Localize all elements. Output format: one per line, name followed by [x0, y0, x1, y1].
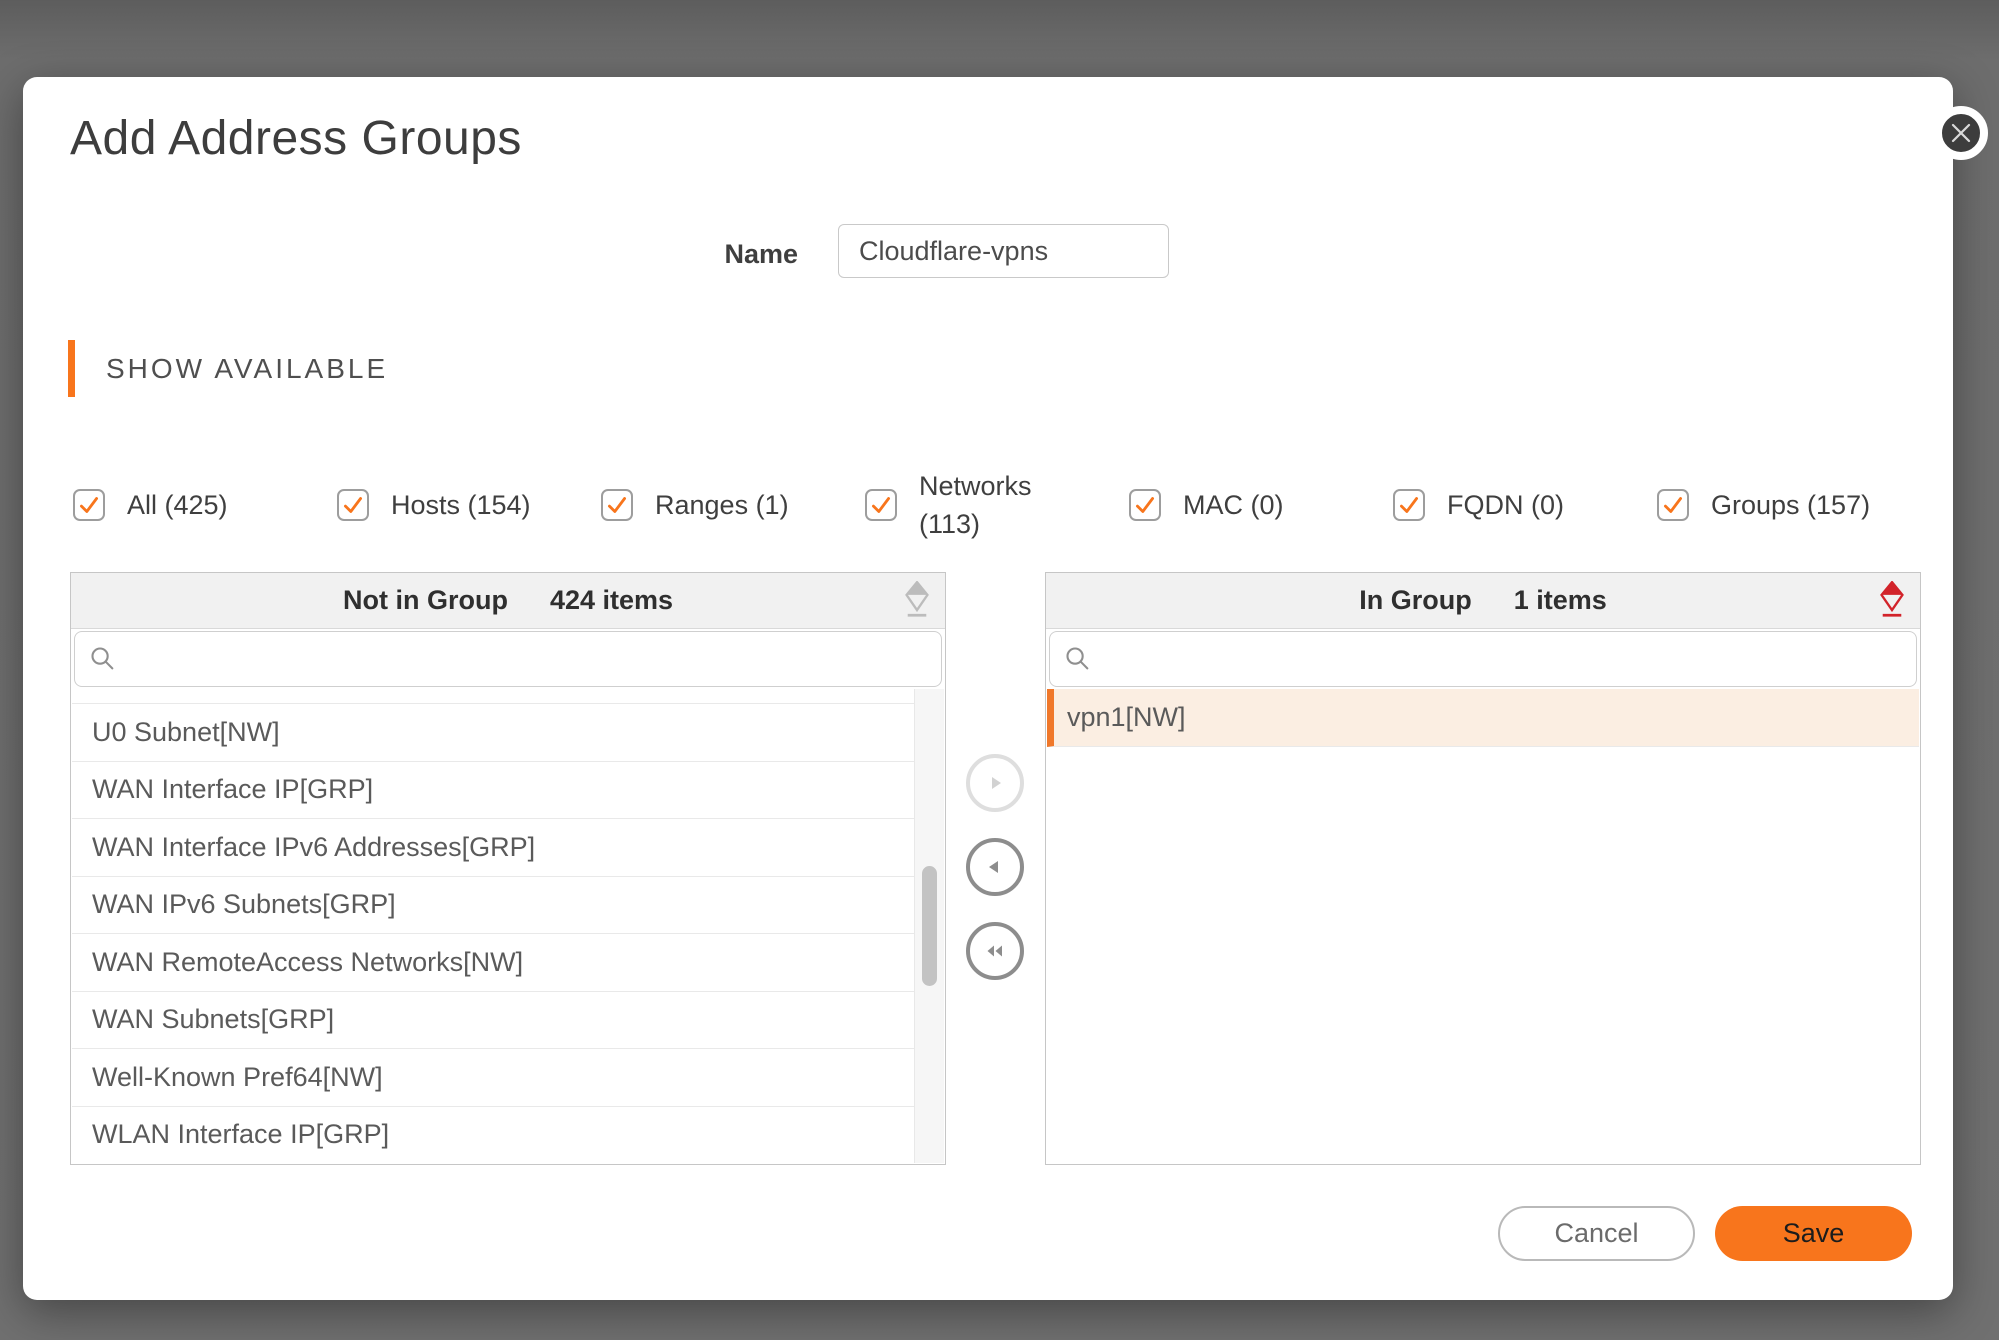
checkmark-icon: [80, 497, 98, 513]
filter-label: Hosts (154): [391, 490, 531, 520]
not-in-group-search-input[interactable]: [127, 635, 941, 683]
clear-left-list-button[interactable]: [903, 581, 931, 617]
add-address-groups-dialog: Add Address Groups Name SHOW AVAILABLE A…: [23, 77, 1988, 1300]
section-accent-bar: [68, 340, 75, 397]
dialog-title: Add Address Groups: [70, 112, 522, 165]
save-button[interactable]: Save: [1715, 1206, 1912, 1261]
list-item-label: vpn1[NW]: [1067, 701, 1186, 732]
list-item[interactable]: WAN IPv6 Subnets[GRP]: [72, 876, 914, 934]
in-group-panel: In Group 1 items vpn1[NW]: [1045, 572, 1921, 1165]
filter-checkbox-item[interactable]: Groups (157): [1657, 486, 1921, 524]
in-group-search: [1049, 631, 1917, 687]
checkbox-checked[interactable]: [865, 489, 897, 521]
checkbox-checked[interactable]: [601, 489, 633, 521]
name-input[interactable]: [838, 224, 1169, 278]
checkmark-icon: [1400, 497, 1418, 513]
checkmark-icon: [1664, 497, 1682, 513]
in-group-search-input[interactable]: [1102, 635, 1916, 683]
section-heading: SHOW AVAILABLE: [106, 352, 389, 384]
list-item[interactable]: U0 Subnet[NW]: [72, 704, 914, 762]
not-in-group-search: [74, 631, 942, 687]
filter-checkbox-item[interactable]: Ranges (1): [601, 486, 865, 524]
checkbox-checked[interactable]: [1129, 489, 1161, 521]
move-right-button[interactable]: [966, 754, 1024, 812]
clipped-list-item: [72, 689, 914, 704]
list-item-label: U0 Subnet[NW]: [92, 716, 280, 747]
checkmark-icon: [1136, 497, 1154, 513]
filter-checkbox-item[interactable]: All (425): [73, 486, 337, 524]
close-button[interactable]: [1934, 106, 1988, 160]
checkmark-icon: [872, 497, 890, 513]
list-item-label: WAN Subnets[GRP]: [92, 1004, 335, 1035]
left-list-scrollbar-track[interactable]: [914, 689, 944, 1163]
list-item[interactable]: vpn1[NW]: [1047, 689, 1919, 747]
checkmark-icon: [344, 497, 362, 513]
in-group-count: 1 items: [1513, 585, 1607, 615]
list-item[interactable]: WAN Interface IPv6 Addresses[GRP]: [72, 819, 914, 877]
not-in-group-panel: Not in Group 424 items U0 Subnet[NW] WAN: [70, 572, 946, 1165]
arrow-left-icon: [989, 861, 998, 873]
checkbox-checked[interactable]: [1657, 489, 1689, 521]
list-item[interactable]: WAN Subnets[GRP]: [72, 991, 914, 1049]
move-left-button[interactable]: [966, 838, 1024, 896]
checkbox-checked[interactable]: [337, 489, 369, 521]
in-group-header: In Group 1 items: [1046, 573, 1920, 629]
not-in-group-header: Not in Group 424 items: [71, 573, 945, 629]
list-item[interactable]: WAN Interface IP[GRP]: [72, 761, 914, 819]
filter-checkbox-item[interactable]: Networks (113): [865, 467, 1129, 543]
in-group-title: In Group: [1359, 585, 1472, 615]
double-arrow-left-icon: [987, 945, 1002, 957]
move-all-left-button[interactable]: [966, 922, 1024, 980]
filter-label: FQDN (0): [1447, 490, 1564, 520]
filter-label: Groups (157): [1711, 490, 1871, 520]
not-in-group-list: U0 Subnet[NW] WAN Interface IP[GRP] WAN …: [72, 689, 914, 1163]
close-icon: [1951, 123, 1971, 143]
checkbox-checked[interactable]: [73, 489, 105, 521]
not-in-group-title: Not in Group: [342, 585, 508, 615]
filter-row: All (425) Hosts (154) Ranges (1) Network…: [73, 465, 1923, 545]
list-item-label: WAN IPv6 Subnets[GRP]: [92, 889, 396, 920]
checkbox-checked[interactable]: [1393, 489, 1425, 521]
eraser-icon: [905, 581, 929, 617]
filter-label: Networks (113): [919, 471, 1032, 539]
name-label: Name: [724, 239, 798, 269]
cancel-button[interactable]: Cancel: [1498, 1206, 1695, 1261]
filter-checkbox-item[interactable]: MAC (0): [1129, 486, 1393, 524]
not-in-group-count: 424 items: [549, 585, 674, 615]
arrow-right-icon: [992, 777, 1001, 789]
filter-checkbox-item[interactable]: Hosts (154): [337, 486, 601, 524]
checkmark-icon: [608, 497, 626, 513]
list-item[interactable]: WLAN Interface IP[GRP]: [72, 1106, 914, 1163]
filter-label: Ranges (1): [655, 490, 789, 520]
filter-checkbox-item[interactable]: FQDN (0): [1393, 486, 1657, 524]
list-item[interactable]: Well-Known Pref64[NW]: [72, 1049, 914, 1107]
left-list-scrollbar-thumb[interactable]: [922, 866, 937, 986]
list-item[interactable]: WAN RemoteAccess Networks[NW]: [72, 934, 914, 992]
list-item-label: WLAN Interface IP[GRP]: [92, 1119, 390, 1150]
list-item-label: Well-Known Pref64[NW]: [92, 1061, 383, 1092]
clear-right-list-button[interactable]: [1878, 581, 1906, 617]
filter-label: MAC (0): [1183, 490, 1284, 520]
eraser-icon: [1880, 581, 1904, 617]
list-item-label: WAN RemoteAccess Networks[NW]: [92, 946, 524, 977]
search-icon: [91, 647, 114, 670]
section-header: SHOW AVAILABLE: [68, 340, 388, 397]
filter-label: All (425): [127, 490, 228, 520]
list-item-label: WAN Interface IP[GRP]: [92, 774, 374, 805]
search-icon: [1066, 647, 1089, 670]
list-item-label: WAN Interface IPv6 Addresses[GRP]: [92, 831, 536, 862]
in-group-list: vpn1[NW]: [1047, 689, 1919, 1163]
